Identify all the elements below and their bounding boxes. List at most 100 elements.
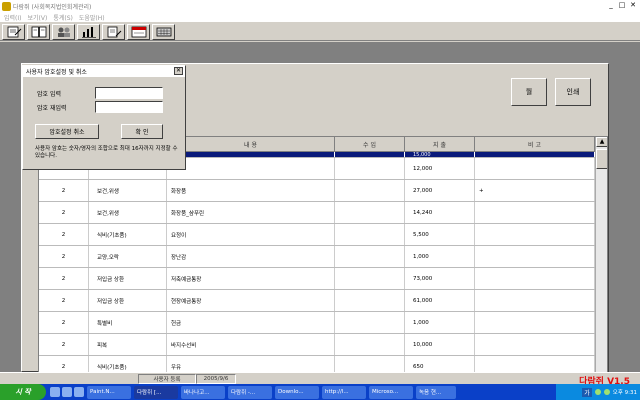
users-icon [57,27,70,37]
taskbar-item[interactable]: Microso... [369,385,413,399]
cell-income [335,334,405,355]
toolbar-keyboard-button[interactable] [152,24,175,40]
cell-note [475,158,595,179]
cell-note [475,356,595,372]
ime-indicator[interactable]: 가 [582,387,592,397]
cell-expense: 12,000 [405,158,475,179]
cell-income [335,290,405,311]
cell-description: 현장예금통장 [167,290,335,311]
menu-stats[interactable]: 통계(S) [53,13,73,22]
dialog-title: 사용자 암호설정 및 취소 [26,69,87,76]
taskbar-item[interactable]: 바나나고... [181,385,225,399]
app-icon [2,1,11,11]
report-icon [107,26,121,38]
menu-bar: 입력(I) 보기(V) 통계(S) 도움말(H) [0,12,640,22]
cell-income [335,202,405,223]
toolbar-report-button[interactable] [102,24,125,40]
chart-icon [81,27,96,38]
header-description: 내 용 [167,137,335,151]
status-mode: 사용자 등록 [138,374,196,384]
taskbar-item[interactable]: 다람쥐 -... [228,385,272,399]
quick-launch-icon[interactable] [50,387,60,397]
password-confirm-input[interactable] [95,101,163,113]
cell-income [335,246,405,267]
cell-description [167,158,335,179]
menu-help[interactable]: 도움말(H) [79,13,105,22]
quick-launch-icon[interactable] [74,387,84,397]
cell-description: 저축예금통장 [167,268,335,289]
cell-expense: 14,240 [405,202,475,223]
toolbar-users-button[interactable] [52,24,75,40]
cell-index: 2 [39,290,89,311]
ok-button[interactable]: 확 인 [121,124,163,139]
cell-expense: 61,000 [405,290,475,311]
close-icon[interactable]: ✕ [628,1,638,10]
password-input[interactable] [95,87,163,99]
table-body: 15,000 12,000 2 보건,위생 화장품 27,000 +2 보건,위생 화장품_샴… [39,152,595,372]
taskbar-item[interactable]: Paint.N... [87,385,131,399]
password-label: 암호 입력 [37,91,61,98]
table-row[interactable]: 2 식비(기초품) 우유 650 [39,356,595,372]
cell-category: 특별비 [89,312,167,333]
quick-launch-icon[interactable] [62,387,72,397]
toolbar-entry-button[interactable] [2,24,25,40]
cell-income [335,268,405,289]
password-dialog: 사용자 암호설정 및 취소 ✕ 암호 입력 암호 재입력 암호설정 취소 확 인… [22,65,186,170]
cell-description: 우유 [167,356,335,372]
toolbar-calendar-button[interactable] [127,24,150,40]
print-button[interactable]: 인쇄 [555,78,591,106]
dialog-close-icon[interactable]: ✕ [174,67,183,75]
network-icon[interactable] [594,389,601,395]
vertical-scrollbar[interactable]: ▲ [595,137,607,372]
table-row[interactable]: 2 피복 바지수선비 10,000 [39,334,595,356]
taskbar-item-active[interactable]: 다람쥐 [... [134,385,178,399]
cell-index: 2 [39,224,89,245]
cell-description: 바지수선비 [167,334,335,355]
maximize-icon[interactable]: □ [617,1,627,10]
ledger-table: 내 용 수 입 지 출 비 고 15,000 12,000 2 보건,위생 화장품 27… [38,136,608,373]
cell-description: 장난감 [167,246,335,267]
cell-category: 저입금 상환 [89,268,167,289]
cell-note [475,224,595,245]
taskbar-item[interactable]: 녹음 현... [416,385,456,399]
status-bar: 사용자 등록 2005/9/6 [0,372,640,384]
minimize-icon[interactable]: _ [606,1,616,10]
header-income: 수 입 [335,137,405,151]
scroll-thumb[interactable] [596,149,607,169]
scroll-up-icon[interactable]: ▲ [596,137,607,147]
table-row[interactable]: 2 저입금 상환 저축예금통장 73,000 [39,268,595,290]
header-expense: 지 출 [405,137,475,151]
cell-category: 저입금 상환 [89,290,167,311]
cell-expense: 73,000 [405,268,475,289]
cell-expense: 1,000 [405,246,475,267]
table-row[interactable]: 2 교양,오락 장난감 1,000 [39,246,595,268]
taskbar-item[interactable]: http://l... [322,385,366,399]
toolbar-chart-button[interactable] [77,24,100,40]
cell-index: 2 [39,356,89,372]
toolbar-book-button[interactable] [27,24,50,40]
cancel-password-button[interactable]: 암호설정 취소 [35,124,99,139]
taskbar-item[interactable]: Downlo... [275,385,319,399]
month-button[interactable]: 월 [511,78,547,106]
menu-view[interactable]: 보기(V) [28,13,48,22]
cell-expense: 1,000 [405,312,475,333]
cell-category: 식비(기초품) [89,356,167,372]
window-title: 다람쥐 (사회복지법인회계관리) [13,3,92,11]
workspace: 월 인쇄 내 용 수 입 지 출 비 고 15,000 12,000 2 보건,… [0,42,640,373]
table-row[interactable]: 2 보건,위생 화장품_샴푸린 14,240 [39,202,595,224]
start-button[interactable]: 시 작 [0,384,46,400]
cell-index: 2 [39,334,89,355]
quick-launch [50,387,84,397]
menu-input[interactable]: 입력(I) [4,13,22,22]
dialog-note: 사용자 암호는 숫자/영자의 조합으로 최대 16자까지 지정할 수 있습니다. [35,146,178,159]
cell-description: 요정이 [167,224,335,245]
table-row[interactable]: 2 저입금 상환 현장예금통장 61,000 [39,290,595,312]
cell-description: 화장품_샴푸린 [167,202,335,223]
table-row[interactable]: 2 식비(기초품) 요정이 5,500 [39,224,595,246]
table-row[interactable]: 2 특별비 헌금 1,000 [39,312,595,334]
clock: 오후 9:31 [612,390,637,396]
table-row[interactable]: 2 보건,위생 화장품 27,000 + [39,180,595,202]
title-bar: 다람쥐 (사회복지법인회계관리) _ □ ✕ [0,0,640,12]
cell-description: 헌금 [167,312,335,333]
volume-icon[interactable] [603,389,610,395]
